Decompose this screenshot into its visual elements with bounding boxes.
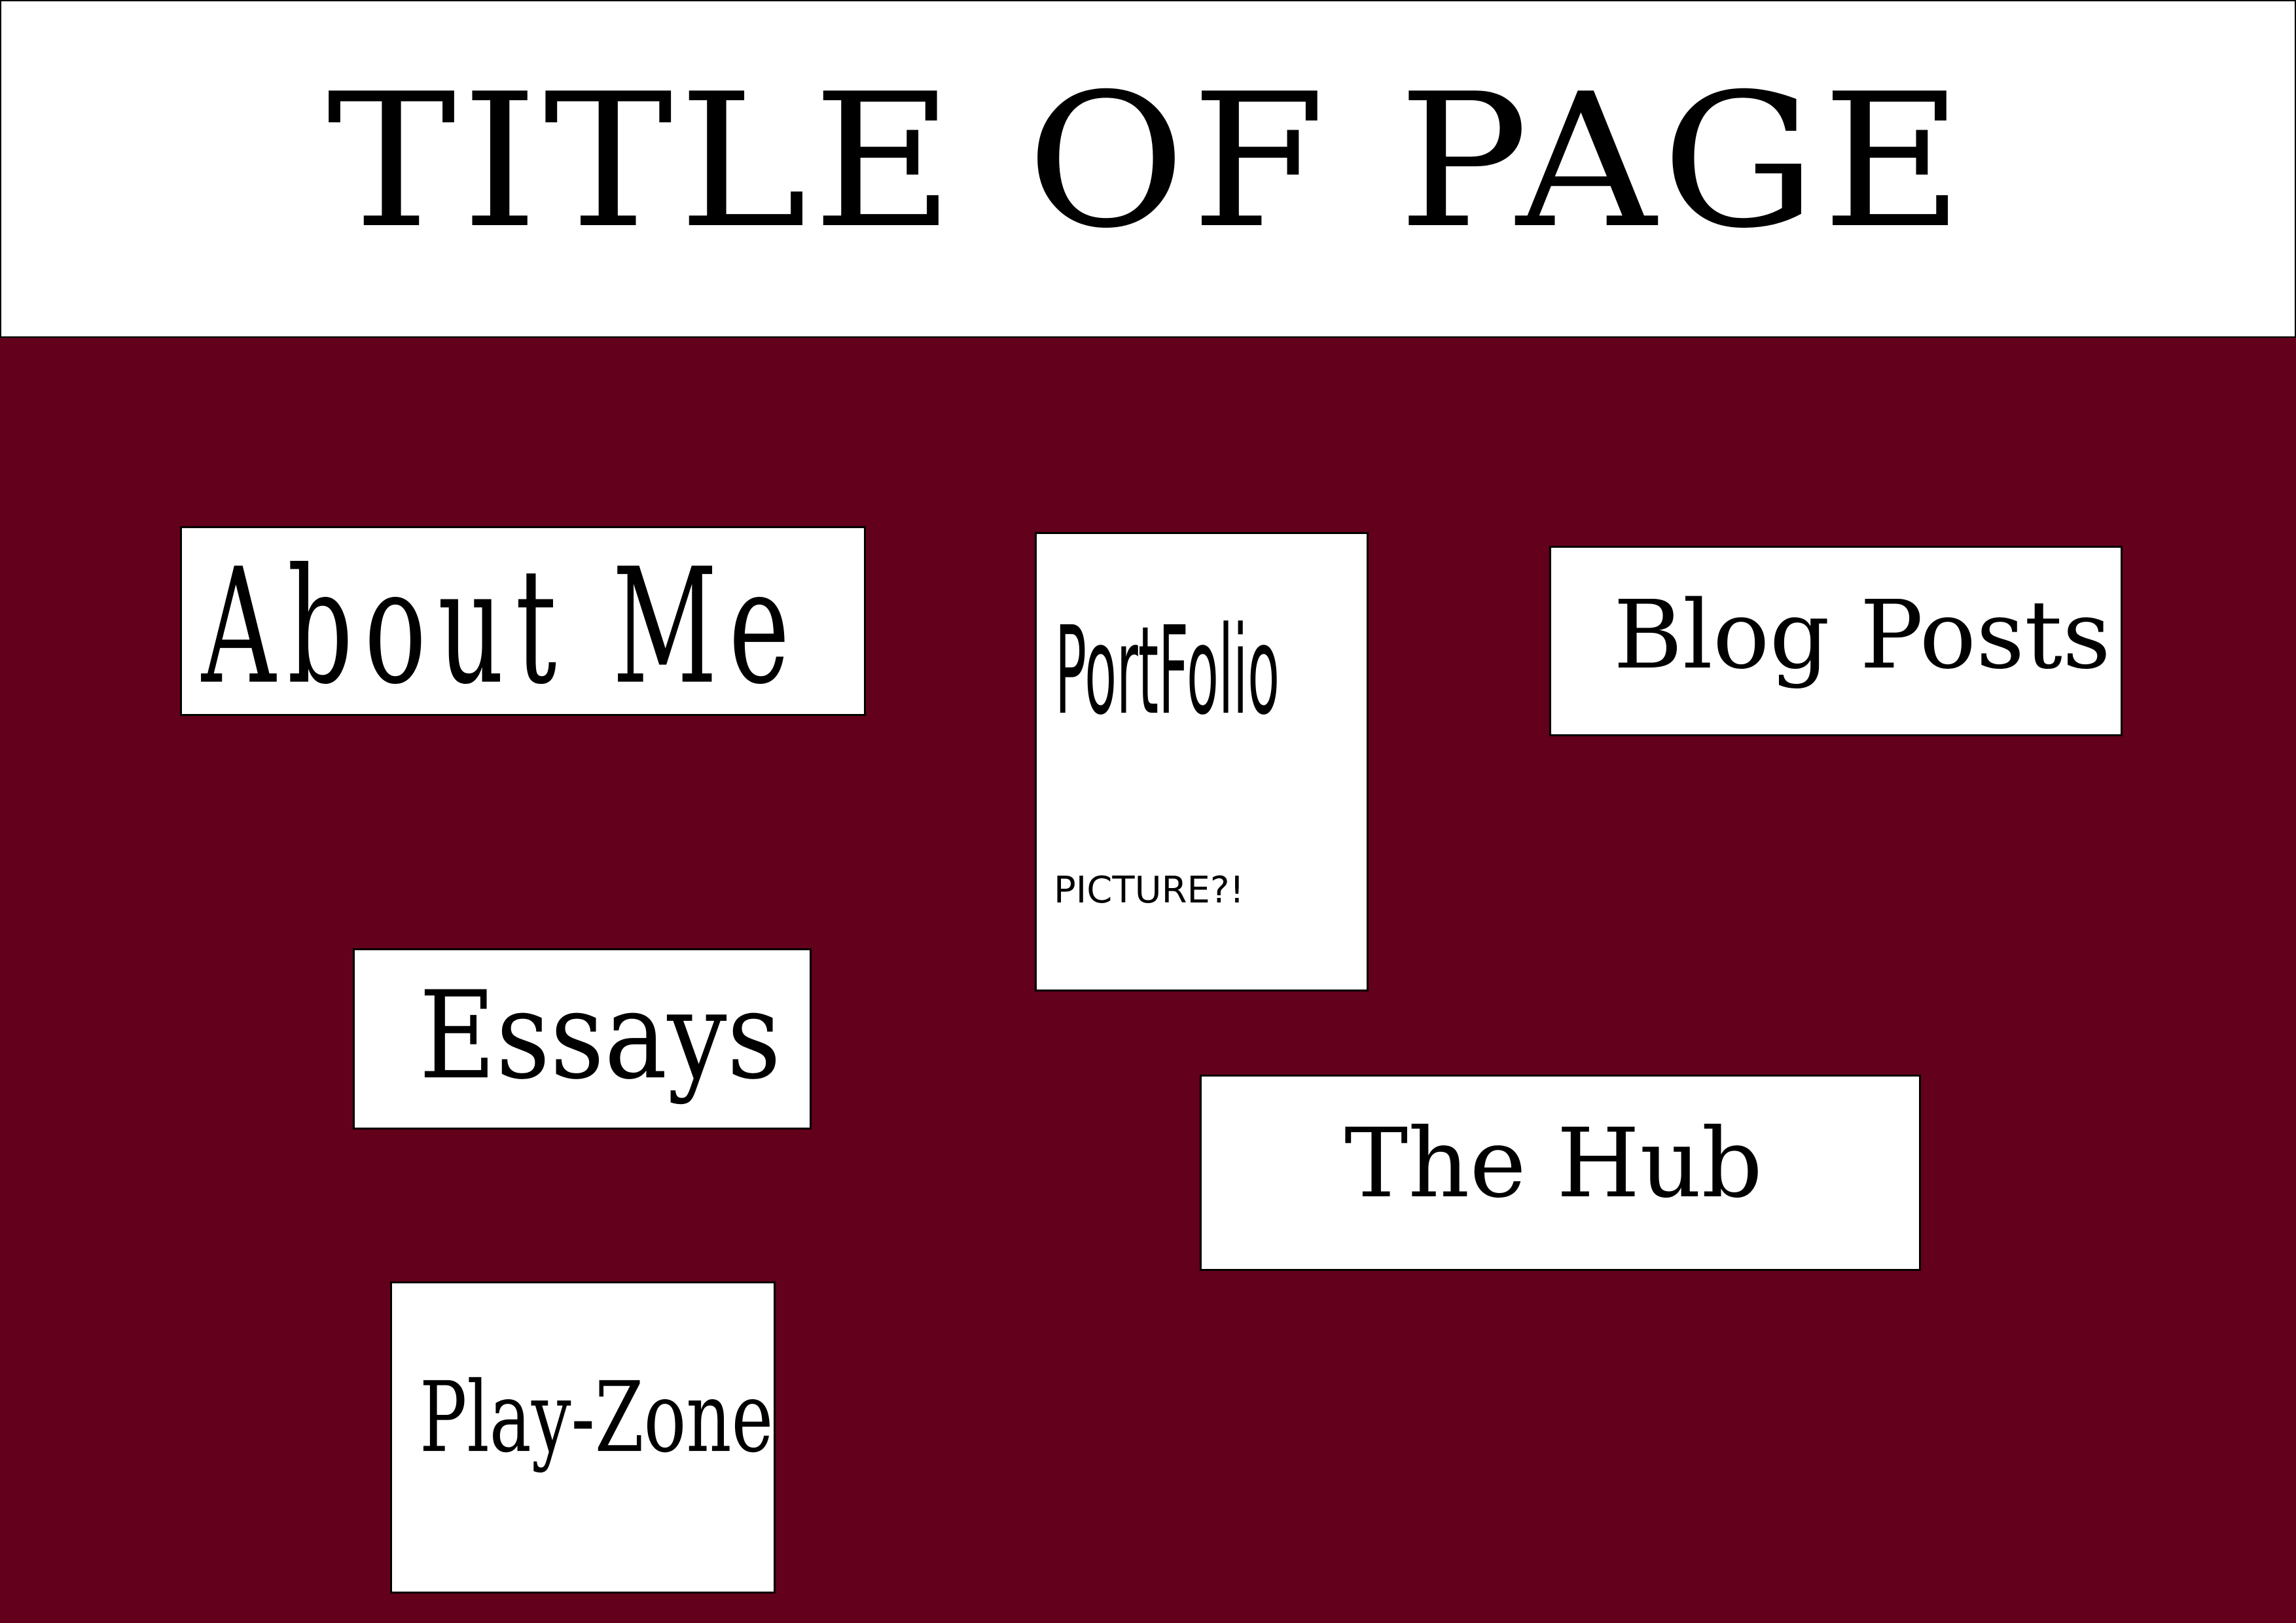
- the-hub-button[interactable]: The Hub: [1200, 1075, 1921, 1271]
- page-title: TITLE OF PAGE: [327, 54, 1969, 269]
- about-me-button[interactable]: About Me: [180, 526, 866, 716]
- play-zone-label: Play-Zone: [420, 1361, 774, 1475]
- portfolio-picture-placeholder: PICTURE?!: [1054, 869, 1245, 912]
- essays-button[interactable]: Essays: [353, 948, 812, 1130]
- play-zone-button[interactable]: Play-Zone: [390, 1281, 776, 1594]
- about-me-label: About Me: [202, 535, 801, 720]
- essays-label: Essays: [419, 965, 781, 1107]
- portfolio-button[interactable]: PortFolio PICTURE?!: [1035, 532, 1369, 991]
- blog-posts-button[interactable]: Blog Posts: [1549, 546, 2123, 736]
- page-header: TITLE OF PAGE: [0, 0, 2296, 338]
- portfolio-label: PortFolio: [1055, 600, 1280, 742]
- the-hub-label: The Hub: [1344, 1108, 1763, 1219]
- blog-posts-label: Blog Posts: [1613, 580, 2111, 690]
